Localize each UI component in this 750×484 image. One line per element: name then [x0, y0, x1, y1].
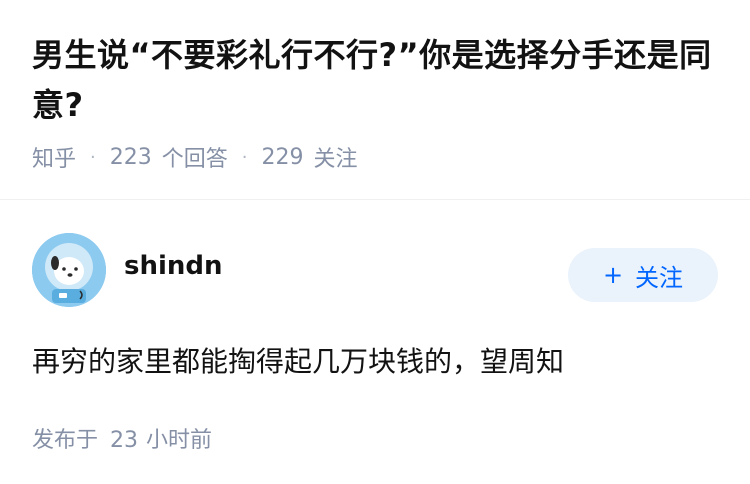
- answer-time: 发布于 23 小时前: [32, 422, 718, 454]
- followers-count: 229: [261, 144, 304, 170]
- separator-dot: ·: [241, 146, 248, 168]
- posted-label: 发布于: [32, 428, 99, 453]
- answers-label[interactable]: 个回答: [162, 141, 228, 173]
- followers-label[interactable]: 关注: [314, 141, 358, 173]
- avatar[interactable]: [32, 233, 106, 307]
- follow-button[interactable]: + 关注: [568, 248, 718, 302]
- question-header: 男生说“不要彩礼行不行?”你是选择分手还是同意? 知乎 · 223 个回答 · …: [0, 0, 750, 200]
- answers-count: 223: [109, 144, 152, 170]
- question-meta: 知乎 · 223 个回答 · 229 关注: [32, 140, 718, 174]
- posted-unit: 小时前: [146, 428, 213, 453]
- plus-icon: +: [602, 261, 624, 289]
- astronaut-dog-icon: [32, 233, 106, 307]
- author-row: shindn + 关注: [32, 232, 718, 308]
- author-name[interactable]: shindn: [124, 251, 568, 281]
- posted-value: 23: [110, 428, 139, 453]
- question-title[interactable]: 男生说“不要彩礼行不行?”你是选择分手还是同意?: [32, 30, 718, 130]
- answer-card: shindn + 关注 再穷的家里都能掏得起几万块钱的，望周知 发布于 23 小时前: [0, 200, 750, 454]
- separator-dot: ·: [90, 146, 96, 168]
- follow-button-label: 关注: [635, 263, 684, 292]
- answer-content[interactable]: 再穷的家里都能掏得起几万块钱的，望周知: [32, 342, 718, 382]
- source-label[interactable]: 知乎: [32, 141, 76, 173]
